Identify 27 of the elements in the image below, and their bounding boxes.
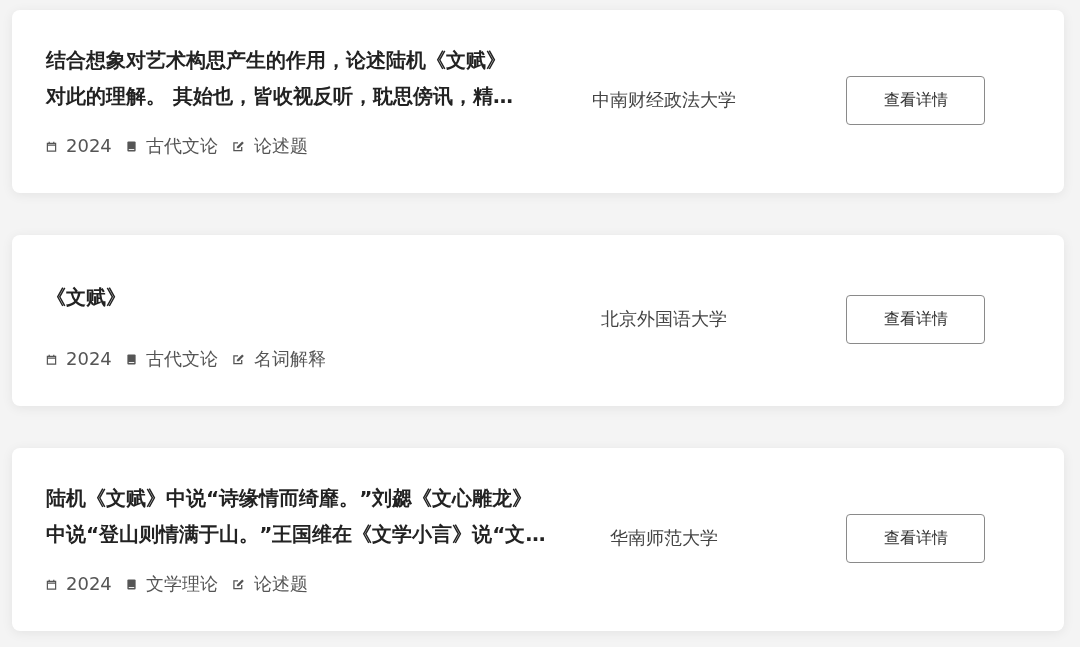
details-button[interactable]: 查看详情: [846, 75, 985, 125]
question-title: 陆机《文赋》中说“诗缘情而绮靡。”刘勰《文心雕龙》 中说“登山则情满于山。”王国维在《文学小言》说“文…: [46, 485, 547, 548]
details-button[interactable]: 查看详情: [846, 294, 985, 344]
book-icon: [125, 353, 137, 365]
type-text: 论述题: [253, 572, 308, 596]
type-text: 名词解释: [253, 347, 326, 371]
details-button[interactable]: 查看详情: [846, 513, 985, 563]
subject-text: 古代文论: [145, 134, 218, 158]
school-name: 北京外国语大学: [601, 307, 727, 331]
question-title: 结合想象对艺术构思产生的作用，论述陆机《文赋》 对此的理解。 其始也，皆收视反听，耽思傍讯，精…: [46, 47, 514, 110]
year-text: 2024: [66, 347, 112, 371]
edit-icon: [231, 353, 245, 365]
book-icon: [125, 578, 137, 590]
calendar-icon: [46, 353, 57, 365]
school-name: 华南师范大学: [610, 526, 718, 550]
question-title: 《文赋》: [46, 284, 127, 311]
subject-text: 古代文论: [145, 347, 218, 371]
year-text: 2024: [66, 134, 112, 158]
calendar-icon: [46, 140, 57, 152]
school-name: 中南财经政法大学: [592, 88, 736, 112]
type-text: 论述题: [253, 134, 308, 158]
book-icon: [125, 140, 137, 152]
year-text: 2024: [66, 572, 112, 596]
edit-icon: [231, 578, 245, 590]
subject-text: 文学理论: [145, 572, 218, 596]
calendar-icon: [46, 578, 57, 590]
edit-icon: [231, 140, 245, 152]
